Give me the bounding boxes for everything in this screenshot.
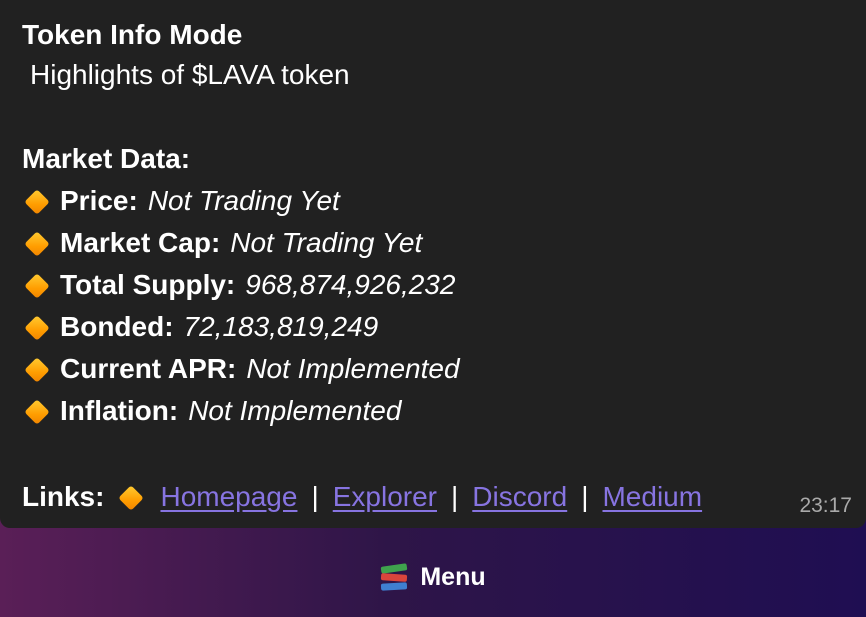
orange-diamond-icon — [24, 357, 50, 383]
link-separator: | — [451, 481, 459, 512]
message-timestamp: 23:17 — [799, 494, 852, 517]
orange-diamond-icon — [24, 189, 50, 215]
market-item-inflation: Inflation: Not Implemented — [22, 390, 866, 432]
orange-diamond-icon — [118, 485, 145, 511]
item-label: Market Cap: — [60, 227, 221, 258]
item-value: Not Implemented — [246, 353, 460, 384]
item-label: Current APR: — [60, 353, 237, 384]
market-item-bonded: Bonded: 72,183,819,249 — [22, 306, 866, 348]
item-value: 72,183,819,249 — [183, 311, 379, 342]
links-row: Links: Homepage | Explorer | Discord | Medium — [22, 476, 702, 518]
orange-diamond-icon — [24, 315, 50, 341]
item-value: Not Trading Yet — [147, 185, 340, 216]
menu-button-label: Menu — [420, 563, 486, 591]
market-item-market-cap: Market Cap: Not Trading Yet — [22, 222, 866, 264]
message-bubble: Token Info Mode Highlights of $LAVA toke… — [0, 0, 866, 528]
link-separator: | — [311, 481, 319, 512]
discord-link[interactable]: Discord — [472, 481, 567, 512]
link-separator: | — [581, 481, 589, 512]
menu-button[interactable]: Menu — [0, 538, 866, 617]
market-item-current-apr: Current APR: Not Implemented — [22, 348, 866, 390]
explorer-link[interactable]: Explorer — [333, 481, 437, 512]
section-heading: Market Data: — [22, 143, 191, 174]
medium-link[interactable]: Medium — [602, 481, 702, 512]
message-subtitle: Highlights of $LAVA token — [30, 59, 350, 90]
market-item-price: Price: Not Trading Yet — [22, 180, 866, 222]
orange-diamond-icon — [24, 273, 50, 299]
links-label: Links: — [22, 481, 105, 512]
item-value: 968,874,926,232 — [245, 269, 456, 300]
market-item-total-supply: Total Supply: 968,874,926,232 — [22, 264, 866, 306]
orange-diamond-icon — [24, 399, 50, 425]
item-label: Bonded: — [60, 311, 174, 342]
item-label: Price: — [60, 185, 138, 216]
item-value: Not Implemented — [188, 395, 402, 426]
homepage-link[interactable]: Homepage — [160, 481, 297, 512]
message-title: Token Info Mode — [22, 19, 243, 50]
books-icon — [380, 562, 408, 593]
item-label: Total Supply: — [60, 269, 236, 300]
orange-diamond-icon — [24, 231, 50, 257]
item-label: Inflation: — [60, 395, 179, 426]
item-value: Not Trading Yet — [230, 227, 423, 258]
